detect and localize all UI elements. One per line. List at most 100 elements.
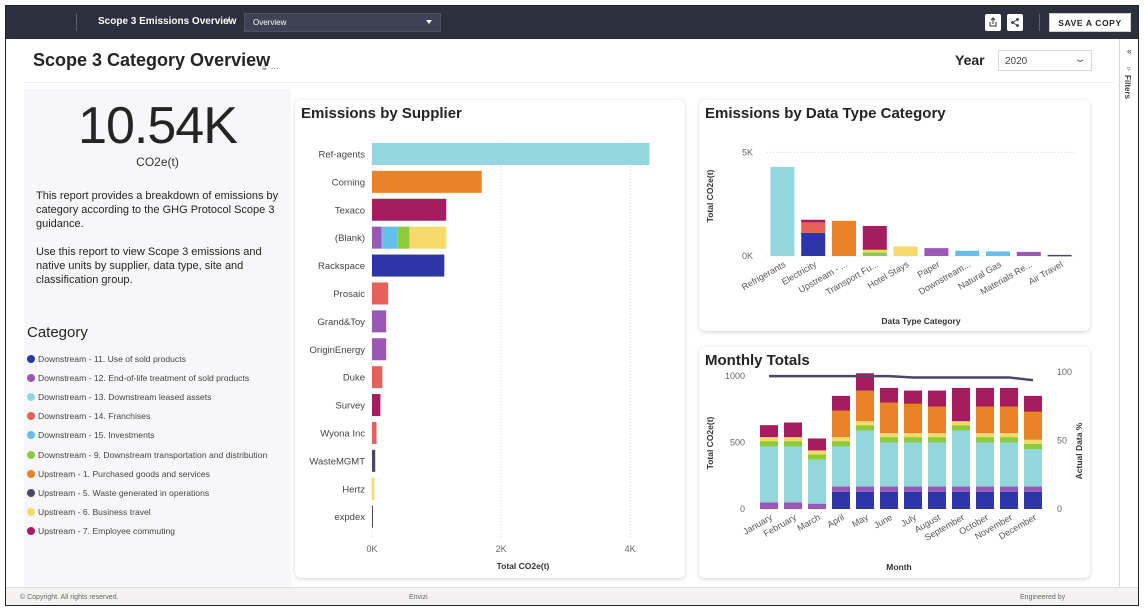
datatype-bar-segment (955, 250, 980, 256)
filters-pane[interactable]: « ▿ Filters (1119, 39, 1138, 587)
datatype-bar-segment (801, 222, 826, 233)
category-legend-item[interactable]: Upstream - 5. Waste generated in operati… (27, 483, 267, 502)
topbar-separator (1039, 14, 1040, 31)
monthly-bar-segment (832, 441, 850, 447)
supplier-chart-card[interactable]: Emissions by Supplier 0K 2K 4K Ref-agents Co… (295, 100, 685, 578)
top-bar: Scope 3 Emissions Overview / Overview SA… (6, 6, 1138, 39)
page-title: Scope 3 Category Overview (33, 50, 271, 70)
datatype-category-label: Refrigerants (740, 259, 788, 292)
description-paragraph-1: This report provides a breakdown of emis… (36, 190, 279, 230)
supplier-bar-segment (381, 226, 398, 249)
supplier-label: Grand&Toy (317, 317, 365, 328)
monthly-bar-segment (856, 425, 874, 431)
title-divider (24, 82, 1114, 83)
monthly-bar-segment (976, 387, 994, 407)
actual-data-line (769, 374, 1034, 382)
category-legend-item[interactable]: Upstream - 6. Business travel (27, 503, 267, 522)
y2-tick-label: 50 (1057, 435, 1067, 445)
datatype-bar-segment (986, 251, 1010, 256)
legend-dot-icon (27, 431, 35, 440)
supplier-chart: 0K 2K 4K Ref-agents Corning Texaco (Blank) Rack… (309, 140, 650, 571)
monthly-bar-segment (904, 442, 922, 487)
supplier-bar-segment (372, 338, 387, 361)
monthly-bar-segment (760, 502, 778, 509)
datatype-chart-card[interactable]: Emissions by Data Type Category 0K 5K Refr… (699, 100, 1090, 331)
y-tick-label: 0K (742, 251, 753, 261)
monthly-bar-segment (784, 502, 802, 509)
monthly-bar-segment (880, 402, 898, 434)
page-select-dropdown[interactable]: Overview (244, 13, 441, 32)
legend-label: Downstream - 15. Investments (38, 430, 155, 441)
more-options-icon[interactable]: ⋯ (271, 64, 283, 73)
monthly-bar-segment (1000, 486, 1018, 492)
category-legend-item[interactable]: Downstream - 11. Use of sold products (27, 349, 267, 368)
legend-label: Downstream - 13. Downstream leased asset… (38, 391, 212, 402)
supplier-label: Texaco (335, 205, 365, 216)
monthly-chart-card[interactable]: Monthly Totals 0 500 1000 0 50 100 January Febr… (699, 347, 1090, 578)
monthly-bar-segment (1000, 442, 1018, 487)
year-slicer-dropdown[interactable]: 2020 ⌄ (998, 50, 1092, 71)
legend-label: Upstream - 7. Employee commuting (38, 526, 176, 537)
datatype-bar-segment (770, 166, 795, 256)
page-select-value: Overview (253, 18, 287, 27)
year-slicer-value: 2020 (1005, 56, 1028, 67)
report-frame: Scope 3 Emissions Overview / Overview SA… (5, 5, 1139, 606)
category-legend-item[interactable]: Upstream - 7. Employee commuting (27, 522, 267, 541)
y-tick-label: 5K (742, 147, 753, 157)
chevron-down-icon: ⌄ (1073, 54, 1087, 65)
monthly-bar-segment (808, 459, 826, 504)
supplier-bar-segment (372, 421, 377, 444)
supplier-bar-segment (372, 310, 387, 333)
kpi-unit: CO2e(t) (136, 155, 179, 169)
x-tick-label: 4K (625, 544, 636, 554)
y2-axis-title: Actual Data % (1074, 422, 1084, 479)
monthly-bar-segment (856, 491, 874, 509)
monthly-bar-segment (904, 390, 922, 404)
supplier-label: (Blank) (335, 233, 365, 244)
monthly-bar-segment (880, 387, 898, 403)
supplier-label: Rackspace (318, 261, 365, 272)
monthly-bar-segment (808, 454, 826, 460)
monthly-bar-segment (760, 425, 778, 438)
category-legend-item[interactable]: Downstream - 14. Franchises (27, 407, 267, 426)
monthly-bar-segment (808, 503, 826, 509)
category-legend-item[interactable]: Downstream - 9. Downstream transportatio… (27, 445, 267, 464)
monthly-bar-segment (928, 390, 946, 407)
category-legend-item[interactable]: Downstream - 12. End-of-life treatment o… (27, 368, 267, 387)
supplier-label: OriginEnergy (310, 345, 366, 356)
kpi-value: 10.54K (78, 97, 238, 155)
legend-dot-icon (27, 354, 35, 363)
monthly-bar-segment (832, 446, 850, 487)
monthly-bar-segment (952, 491, 970, 509)
monthly-bar-segment (904, 486, 922, 492)
monthly-bar-segment (784, 441, 802, 447)
monthly-bar-segment (760, 441, 778, 447)
legend-label: Downstream - 11. Use of sold products (38, 353, 186, 364)
category-legend-item[interactable]: Downstream - 13. Downstream leased asset… (27, 387, 267, 406)
filter-icon[interactable]: ≡ (262, 64, 271, 73)
supplier-label: WasteMGMT (309, 456, 365, 467)
footer-brand: Envizi (409, 594, 428, 601)
monthly-bar-segment (928, 491, 946, 509)
monthly-bar-segment (952, 387, 970, 422)
supplier-bar-segment (372, 170, 482, 193)
monthly-bar-segment (832, 491, 850, 509)
y-tick-label: 500 (730, 437, 745, 447)
datatype-bar-segment (924, 248, 949, 256)
supplier-bar-segment (372, 226, 382, 249)
export-icon (989, 17, 997, 27)
monthly-bar-segment (904, 433, 922, 438)
monthly-bar-segment (856, 430, 874, 487)
category-legend-item[interactable]: Downstream - 15. Investments (27, 426, 267, 445)
monthly-bar-segment (880, 437, 898, 443)
category-legend-item[interactable]: Upstream - 1. Purchased goods and servic… (27, 464, 267, 483)
save-copy-button[interactable]: SAVE A COPY (1049, 13, 1131, 32)
collapse-chevron-icon[interactable]: « (1127, 46, 1132, 56)
monthly-bar-segment (760, 446, 778, 503)
export-button[interactable] (985, 14, 1001, 31)
legend-dot-icon (27, 527, 35, 536)
description-paragraph-2: Use this report to view Scope 3 emission… (36, 246, 262, 286)
monthly-bar-segment (1000, 433, 1018, 438)
share-button[interactable] (1007, 14, 1023, 31)
monthly-bar-segment (832, 486, 850, 492)
